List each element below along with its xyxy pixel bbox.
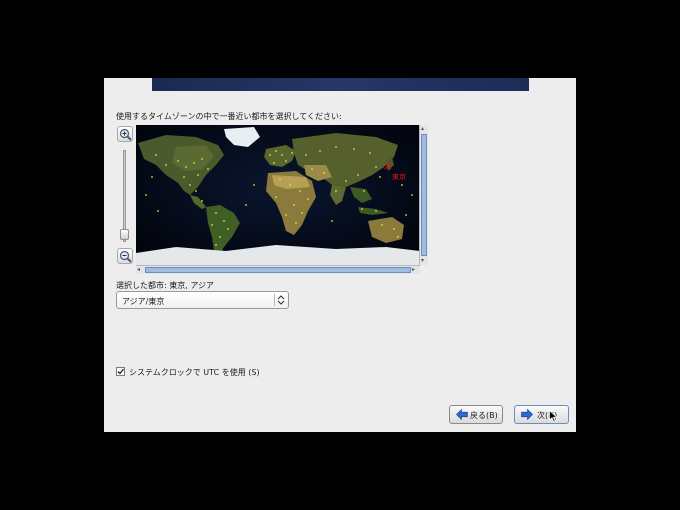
zoom-out-button[interactable]	[117, 248, 133, 264]
utc-checkbox[interactable]	[116, 367, 125, 376]
back-button[interactable]: 戻る(B)	[449, 405, 503, 424]
world-map-image: 東京	[136, 125, 420, 265]
map-horizontal-scrollbar[interactable]: ◂ ▸	[136, 265, 420, 274]
header-banner	[152, 78, 529, 91]
arrow-left-icon	[456, 409, 468, 420]
zoom-out-icon	[119, 250, 132, 263]
utc-checkbox-label: システムクロックで UTC を使用 (S)	[129, 368, 260, 377]
scroll-up-icon[interactable]: ▴	[421, 125, 424, 132]
scroll-right-icon[interactable]: ▸	[412, 266, 415, 273]
checkmark-icon	[117, 368, 124, 375]
arrow-right-icon	[521, 409, 533, 420]
scroll-left-icon[interactable]: ◂	[137, 266, 140, 273]
map-vertical-scrollbar[interactable]: ▴ ▾	[419, 125, 428, 265]
timezone-select-value: アジア/東京	[122, 297, 165, 306]
timezone-select[interactable]: アジア/東京	[116, 291, 289, 309]
zoom-in-icon	[119, 128, 132, 141]
mouse-cursor-icon	[549, 410, 558, 423]
next-button[interactable]: 次(N)	[514, 405, 569, 424]
selected-city-label: 選択した都市: 東京, アジア	[116, 281, 215, 290]
scroll-down-icon[interactable]: ▾	[421, 257, 424, 264]
map-vertical-scroll-thumb[interactable]	[421, 134, 427, 256]
zoom-in-button[interactable]	[117, 126, 133, 142]
world-map[interactable]: 東京	[136, 125, 420, 265]
combo-separator	[274, 294, 275, 306]
zoom-slider-handle[interactable]	[120, 229, 129, 240]
map-horizontal-scroll-thumb[interactable]	[145, 267, 411, 273]
instruction-text: 使用するタイムゾーンの中で一番近い都市を選択してください:	[116, 112, 342, 121]
selected-city-map-label: 東京	[392, 172, 406, 181]
updown-arrow-icon	[277, 295, 285, 305]
back-button-label: 戻る(B)	[470, 411, 498, 420]
